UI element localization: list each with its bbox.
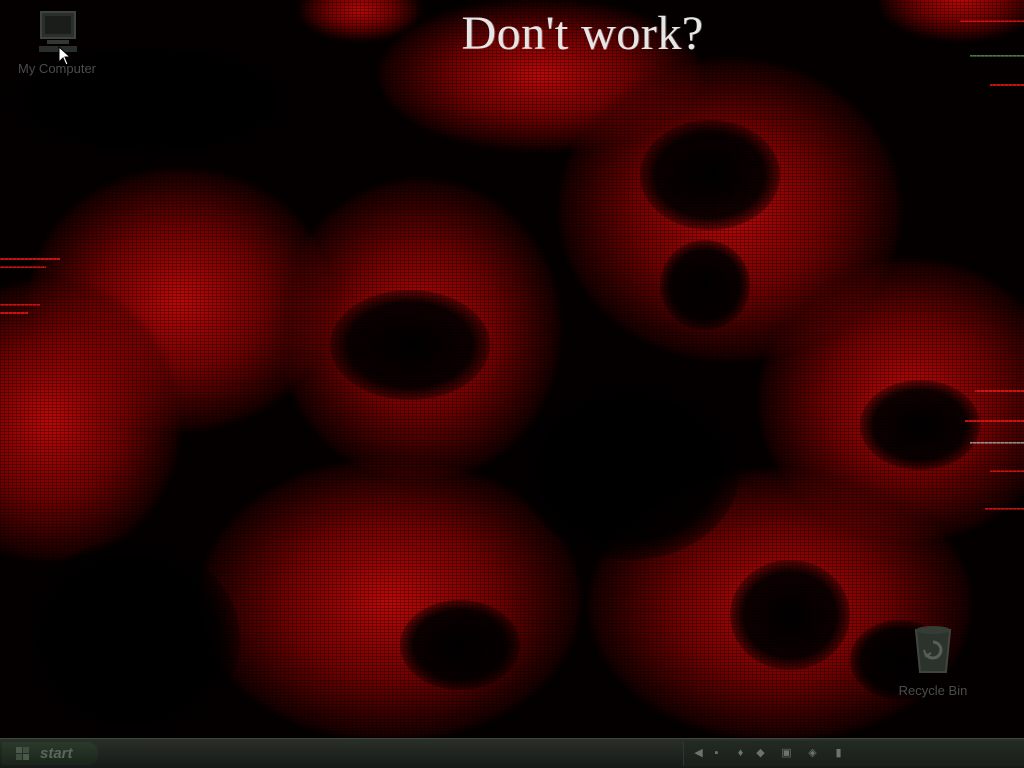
sync-icon[interactable]: ◈ — [806, 747, 819, 760]
computer-icon — [2, 8, 112, 59]
glitch-message: Don't work? — [461, 7, 704, 60]
speaker-icon[interactable]: ◀ — [692, 747, 705, 760]
power-icon[interactable]: ▮ — [832, 747, 845, 760]
desktop-icon-label: Recycle Bin — [898, 683, 968, 698]
desktop-icon-recycle-bin[interactable]: Recycle Bin — [878, 624, 988, 698]
desktop-icon-my-computer[interactable]: My Computer — [2, 8, 112, 76]
recycle-bin-icon — [878, 624, 988, 681]
security-icon[interactable]: ◆ — [754, 747, 767, 760]
wallpaper-skulls — [0, 0, 1024, 738]
network-icon[interactable]: ▪ — [710, 747, 723, 760]
windows-flag-icon — [16, 747, 29, 760]
volume-icon[interactable]: ♦ — [734, 747, 747, 760]
start-button[interactable]: start — [2, 742, 98, 765]
start-label: start — [40, 745, 73, 762]
system-tray: ◀ ▪ ♦ ◆ ▣ ◈ ▮ — [683, 741, 1024, 766]
mouse-cursor-icon — [58, 46, 72, 66]
desktop: Don't work? My Computer Recycle Bin star… — [0, 0, 1024, 768]
taskbar: start ◀ ▪ ♦ ◆ ▣ ◈ ▮ — [0, 738, 1024, 768]
update-icon[interactable]: ▣ — [780, 747, 793, 760]
desktop-icon-label: My Computer — [17, 61, 97, 76]
